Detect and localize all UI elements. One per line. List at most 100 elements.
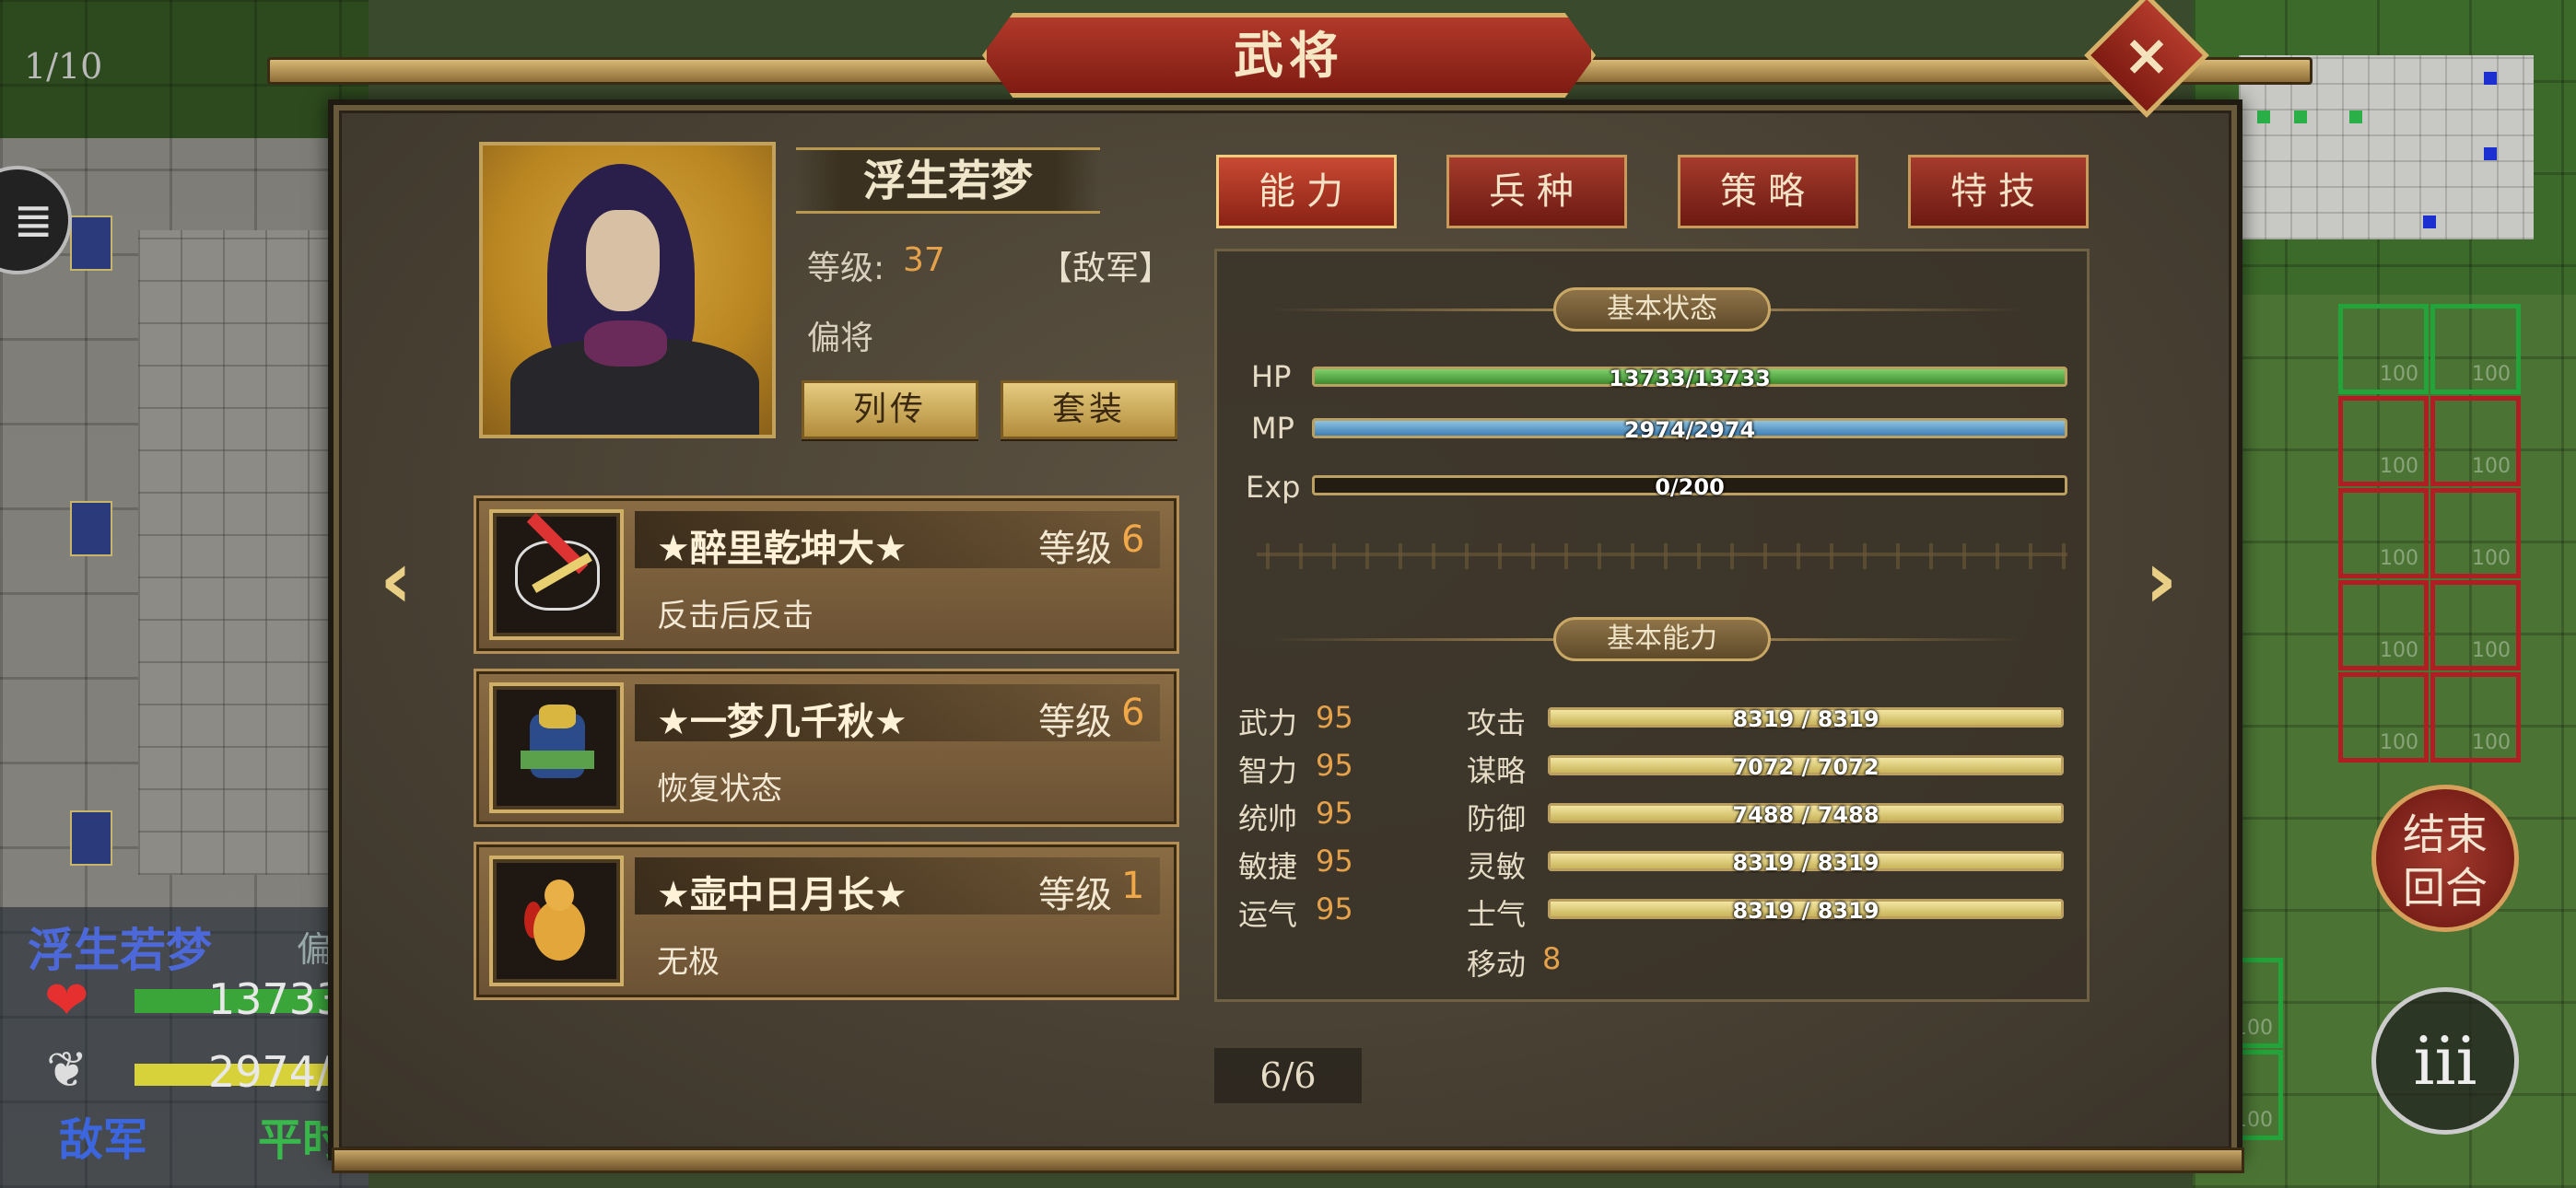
exp-value: 0/200 <box>1655 474 1725 500</box>
map-tile[interactable]: 100 <box>2338 304 2429 394</box>
morale-value: 8319 / 8319 <box>1732 898 1879 924</box>
end-turn-button[interactable]: 结束 回合 <box>2371 785 2519 932</box>
move-label: 移动 <box>1467 947 1527 982</box>
close-icon[interactable]: × <box>2102 11 2191 99</box>
skill-description: 反击后反击 <box>657 598 814 635</box>
skill-card[interactable]: ★一梦几千秋★ 等级 6 恢复状态 <box>474 669 1179 827</box>
skill-description: 无极 <box>657 944 720 981</box>
skill-level-value: 1 <box>1121 865 1145 907</box>
tab-troop-type[interactable]: 兵种 <box>1446 155 1627 228</box>
dialog-bottom-frame <box>332 1147 2244 1173</box>
defense-value: 7488 / 7488 <box>1732 802 1879 828</box>
gourd-icon <box>489 856 624 986</box>
tab-strategy[interactable]: 策略 <box>1678 155 1858 228</box>
attr-strength-value: 95 <box>1316 700 1353 735</box>
attr-command-label: 统帅 <box>1238 801 1298 836</box>
skill-card[interactable]: ★壶中日月长★ 等级 1 无极 <box>474 842 1179 1000</box>
biography-button[interactable]: 列传 <box>802 380 978 439</box>
morale-bar: 8319 / 8319 <box>1548 898 2064 924</box>
turn-counter: 1/10 <box>24 46 103 87</box>
unit-rank: 偏 <box>297 929 333 970</box>
attr-agility-value: 95 <box>1316 844 1353 879</box>
agility-bar: 8319 / 8319 <box>1548 850 2064 876</box>
map-tile[interactable]: 100 <box>2430 580 2521 670</box>
move-value: 8 <box>1542 941 1562 976</box>
exp-bar: 0/200 <box>1312 474 2067 500</box>
map-tile[interactable]: 100 <box>2338 580 2429 670</box>
skill-level-label: 等级 <box>1038 528 1112 570</box>
unit-faction: 敌军 <box>59 1114 148 1166</box>
skill-level-label: 等级 <box>1038 874 1112 916</box>
prev-general-arrow[interactable]: ‹ <box>380 534 412 626</box>
faction-tag: 【敌军】 <box>1039 250 1173 287</box>
general-name: 浮生若梦 <box>863 156 1033 205</box>
decorative-border <box>1257 543 2067 569</box>
end-turn-label-1: 结束 <box>2403 809 2488 859</box>
unit-hp-value: 13733 <box>208 974 344 1024</box>
page-indicator: 6/6 <box>1214 1048 1362 1103</box>
attr-agility-label: 敏捷 <box>1238 849 1298 884</box>
skill-level-value: 6 <box>1121 692 1145 734</box>
hp-bar: 13733/13733 <box>1312 366 2067 391</box>
strategy-label: 谋略 <box>1467 753 1527 788</box>
defense-bar: 7488 / 7488 <box>1548 802 2064 828</box>
exp-label: Exp <box>1246 470 1301 505</box>
agility-stat-label: 灵敏 <box>1467 849 1527 884</box>
defense-label: 防御 <box>1467 801 1527 836</box>
strategy-bar: 7072 / 7072 <box>1548 754 2064 780</box>
castle-wall <box>138 230 350 875</box>
tab-special-skill[interactable]: 特技 <box>1908 155 2089 228</box>
hp-value: 13733/13733 <box>1609 366 1771 391</box>
attack-value: 8319 / 8319 <box>1732 706 1879 732</box>
attr-luck-value: 95 <box>1316 891 1353 926</box>
scroll-menu-icon: ≣ <box>13 193 53 249</box>
agility-stat-value: 8319 / 8319 <box>1732 850 1879 876</box>
tab-ability[interactable]: 能力 <box>1216 155 1397 228</box>
dialog-title: 武将 <box>1234 26 1344 85</box>
banner-flag <box>70 810 112 866</box>
attr-strength-label: 武力 <box>1238 705 1298 740</box>
skill-name: ★一梦几千秋★ <box>657 701 907 743</box>
map-tile[interactable]: 100 <box>2338 672 2429 763</box>
next-general-arrow[interactable]: › <box>2145 534 2177 626</box>
mp-label: MP <box>1251 411 1294 446</box>
skill-level-value: 6 <box>1121 518 1145 561</box>
banner-flag <box>70 501 112 556</box>
hp-label: HP <box>1251 359 1292 394</box>
general-portrait <box>479 142 776 438</box>
basic-ability-header: 基本能力 <box>1553 617 1771 661</box>
level-value: 37 <box>903 241 945 279</box>
settings-button[interactable]: iii <box>2371 987 2519 1135</box>
skill-name: ★壶中日月长★ <box>657 874 907 916</box>
attr-intelligence-label: 智力 <box>1238 753 1298 788</box>
basic-status-header: 基本状态 <box>1553 287 1771 332</box>
attack-label: 攻击 <box>1467 705 1527 740</box>
skill-card[interactable]: ★醉里乾坤大★ 等级 6 反击后反击 <box>474 495 1179 654</box>
skill-level-label: 等级 <box>1038 701 1112 743</box>
armor-icon <box>489 682 624 813</box>
banner-flag <box>70 215 112 271</box>
skill-description: 恢复状态 <box>657 771 782 808</box>
heart-icon: ❤ <box>44 969 89 1031</box>
morale-label: 士气 <box>1467 897 1527 932</box>
end-turn-label-2: 回合 <box>2403 863 2488 913</box>
attack-bar: 8319 / 8319 <box>1548 706 2064 732</box>
map-tile[interactable]: 100 <box>2430 488 2521 578</box>
unit-mp-value: 2974/ <box>208 1047 331 1097</box>
map-tile[interactable]: 100 <box>2430 304 2521 394</box>
sword-slash-icon <box>489 509 624 640</box>
map-tile[interactable]: 100 <box>2338 396 2429 486</box>
mp-value: 2974/2974 <box>1623 417 1756 443</box>
map-tile[interactable]: 100 <box>2430 396 2521 486</box>
strategy-value: 7072 / 7072 <box>1732 754 1879 780</box>
equipment-button[interactable]: 套装 <box>1001 380 1177 439</box>
map-tile[interactable]: 100 <box>2338 488 2429 578</box>
level-label: 等级: <box>807 250 885 287</box>
attr-luck-label: 运气 <box>1238 897 1298 932</box>
attr-command-value: 95 <box>1316 796 1353 831</box>
rank-label: 偏将 <box>807 320 874 357</box>
mp-bar: 2974/2974 <box>1312 417 2067 443</box>
attr-intelligence-value: 95 <box>1316 748 1353 783</box>
wing-icon: ❦ <box>46 1041 88 1099</box>
map-tile[interactable]: 100 <box>2430 672 2521 763</box>
